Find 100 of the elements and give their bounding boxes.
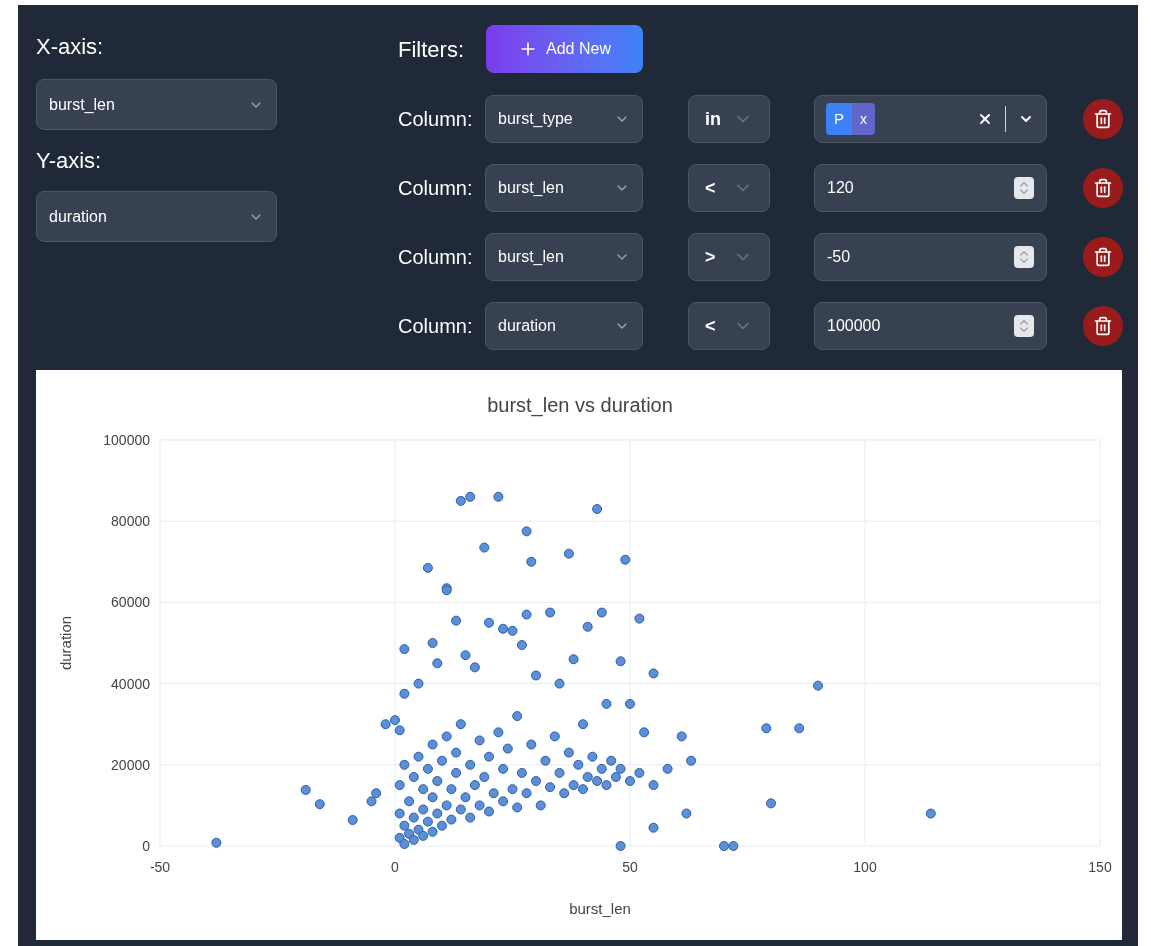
tag-label: P <box>826 103 852 135</box>
delete-button[interactable] <box>1083 168 1123 208</box>
column-select[interactable]: burst_type <box>485 95 643 143</box>
data-point <box>596 607 607 618</box>
data-point <box>404 828 415 839</box>
data-point <box>648 668 659 679</box>
column-select[interactable]: duration <box>485 302 643 350</box>
data-point <box>625 776 635 787</box>
column-label: Column: <box>398 176 474 201</box>
x-axis-title: burst_len <box>569 900 631 917</box>
data-point <box>427 739 438 750</box>
data-point <box>502 743 513 754</box>
data-point <box>394 725 405 736</box>
data-point <box>554 678 565 689</box>
data-point <box>794 723 805 734</box>
y-axis-label: Y-axis: <box>36 147 103 175</box>
data-point <box>380 719 391 730</box>
stepper-icon[interactable] <box>1014 315 1034 337</box>
data-point <box>813 680 823 691</box>
data-point <box>719 841 729 851</box>
data-point <box>484 806 494 817</box>
delete-button[interactable] <box>1083 99 1123 139</box>
data-point <box>498 763 509 774</box>
trash-icon <box>1093 316 1113 336</box>
number-field[interactable]: 100000 <box>814 302 1047 350</box>
data-point <box>427 792 438 803</box>
data-point <box>390 715 400 726</box>
data-point <box>582 772 593 782</box>
data-point <box>526 556 537 567</box>
x-axis-select[interactable]: burst_len <box>36 79 277 130</box>
data-point <box>418 830 429 841</box>
y-tick-label: 60000 <box>111 594 150 611</box>
delete-button[interactable] <box>1083 237 1123 277</box>
operator-select[interactable]: < <box>688 302 770 350</box>
data-point <box>404 796 415 807</box>
data-point <box>399 688 410 699</box>
data-point <box>422 763 433 774</box>
data-point <box>648 780 659 791</box>
data-point <box>469 662 480 673</box>
data-point <box>465 491 476 502</box>
data-point <box>615 763 626 774</box>
add-new-button[interactable]: Add New <box>486 25 643 73</box>
data-point <box>615 656 626 667</box>
stepper-icon[interactable] <box>1014 177 1034 199</box>
data-point <box>399 759 410 770</box>
trash-icon <box>1093 109 1113 129</box>
data-point <box>606 755 617 766</box>
data-point <box>625 698 635 709</box>
data-point <box>601 780 612 791</box>
data-point <box>582 621 593 632</box>
data-point <box>498 796 509 807</box>
data-point <box>578 784 588 795</box>
y-tick-label: 0 <box>142 838 150 854</box>
data-point <box>394 832 405 843</box>
data-point <box>399 644 410 655</box>
data-point <box>554 767 565 778</box>
data-point <box>498 623 509 634</box>
data-point <box>413 678 424 689</box>
x-tick-label: 100 <box>853 859 877 875</box>
data-point <box>371 788 382 799</box>
data-point <box>451 615 462 626</box>
data-point <box>455 719 466 730</box>
data-point <box>587 751 598 762</box>
column-select[interactable]: burst_len <box>485 233 643 281</box>
column-select[interactable]: burst_len <box>485 164 643 212</box>
clear-icon[interactable] <box>977 111 993 127</box>
x-tick-label: -50 <box>149 859 171 875</box>
data-point <box>484 617 494 628</box>
data-point <box>408 772 419 782</box>
multi-select-field[interactable]: P x <box>814 95 1047 143</box>
column-label: Column: <box>398 245 474 270</box>
stepper-icon[interactable] <box>1014 246 1034 268</box>
data-point <box>686 755 697 766</box>
data-point <box>493 491 504 502</box>
y-axis-title: duration <box>57 615 74 671</box>
data-point <box>535 800 546 811</box>
data-point <box>441 731 452 742</box>
column-label: Column: <box>398 107 474 132</box>
data-point <box>620 554 631 565</box>
operator-select[interactable]: < <box>688 164 770 212</box>
data-point <box>648 822 659 833</box>
data-point <box>516 767 527 778</box>
data-point <box>573 759 584 770</box>
data-point <box>427 826 438 837</box>
data-point <box>408 812 419 823</box>
y-axis-select[interactable]: duration <box>36 191 277 242</box>
trash-icon <box>1093 247 1113 267</box>
number-field[interactable]: 120 <box>814 164 1047 212</box>
operator-select[interactable]: in <box>688 95 770 143</box>
data-point <box>347 815 358 825</box>
delete-button[interactable] <box>1083 306 1123 346</box>
number-field[interactable]: -50 <box>814 233 1047 281</box>
x-tick-label: 150 <box>1088 859 1112 875</box>
tag-remove-button[interactable]: x <box>852 103 875 135</box>
data-point <box>545 782 556 793</box>
y-tick-label: 100000 <box>103 432 150 448</box>
data-point <box>413 751 424 762</box>
data-point <box>507 784 518 795</box>
data-point <box>399 838 410 849</box>
operator-select[interactable]: > <box>688 233 770 281</box>
